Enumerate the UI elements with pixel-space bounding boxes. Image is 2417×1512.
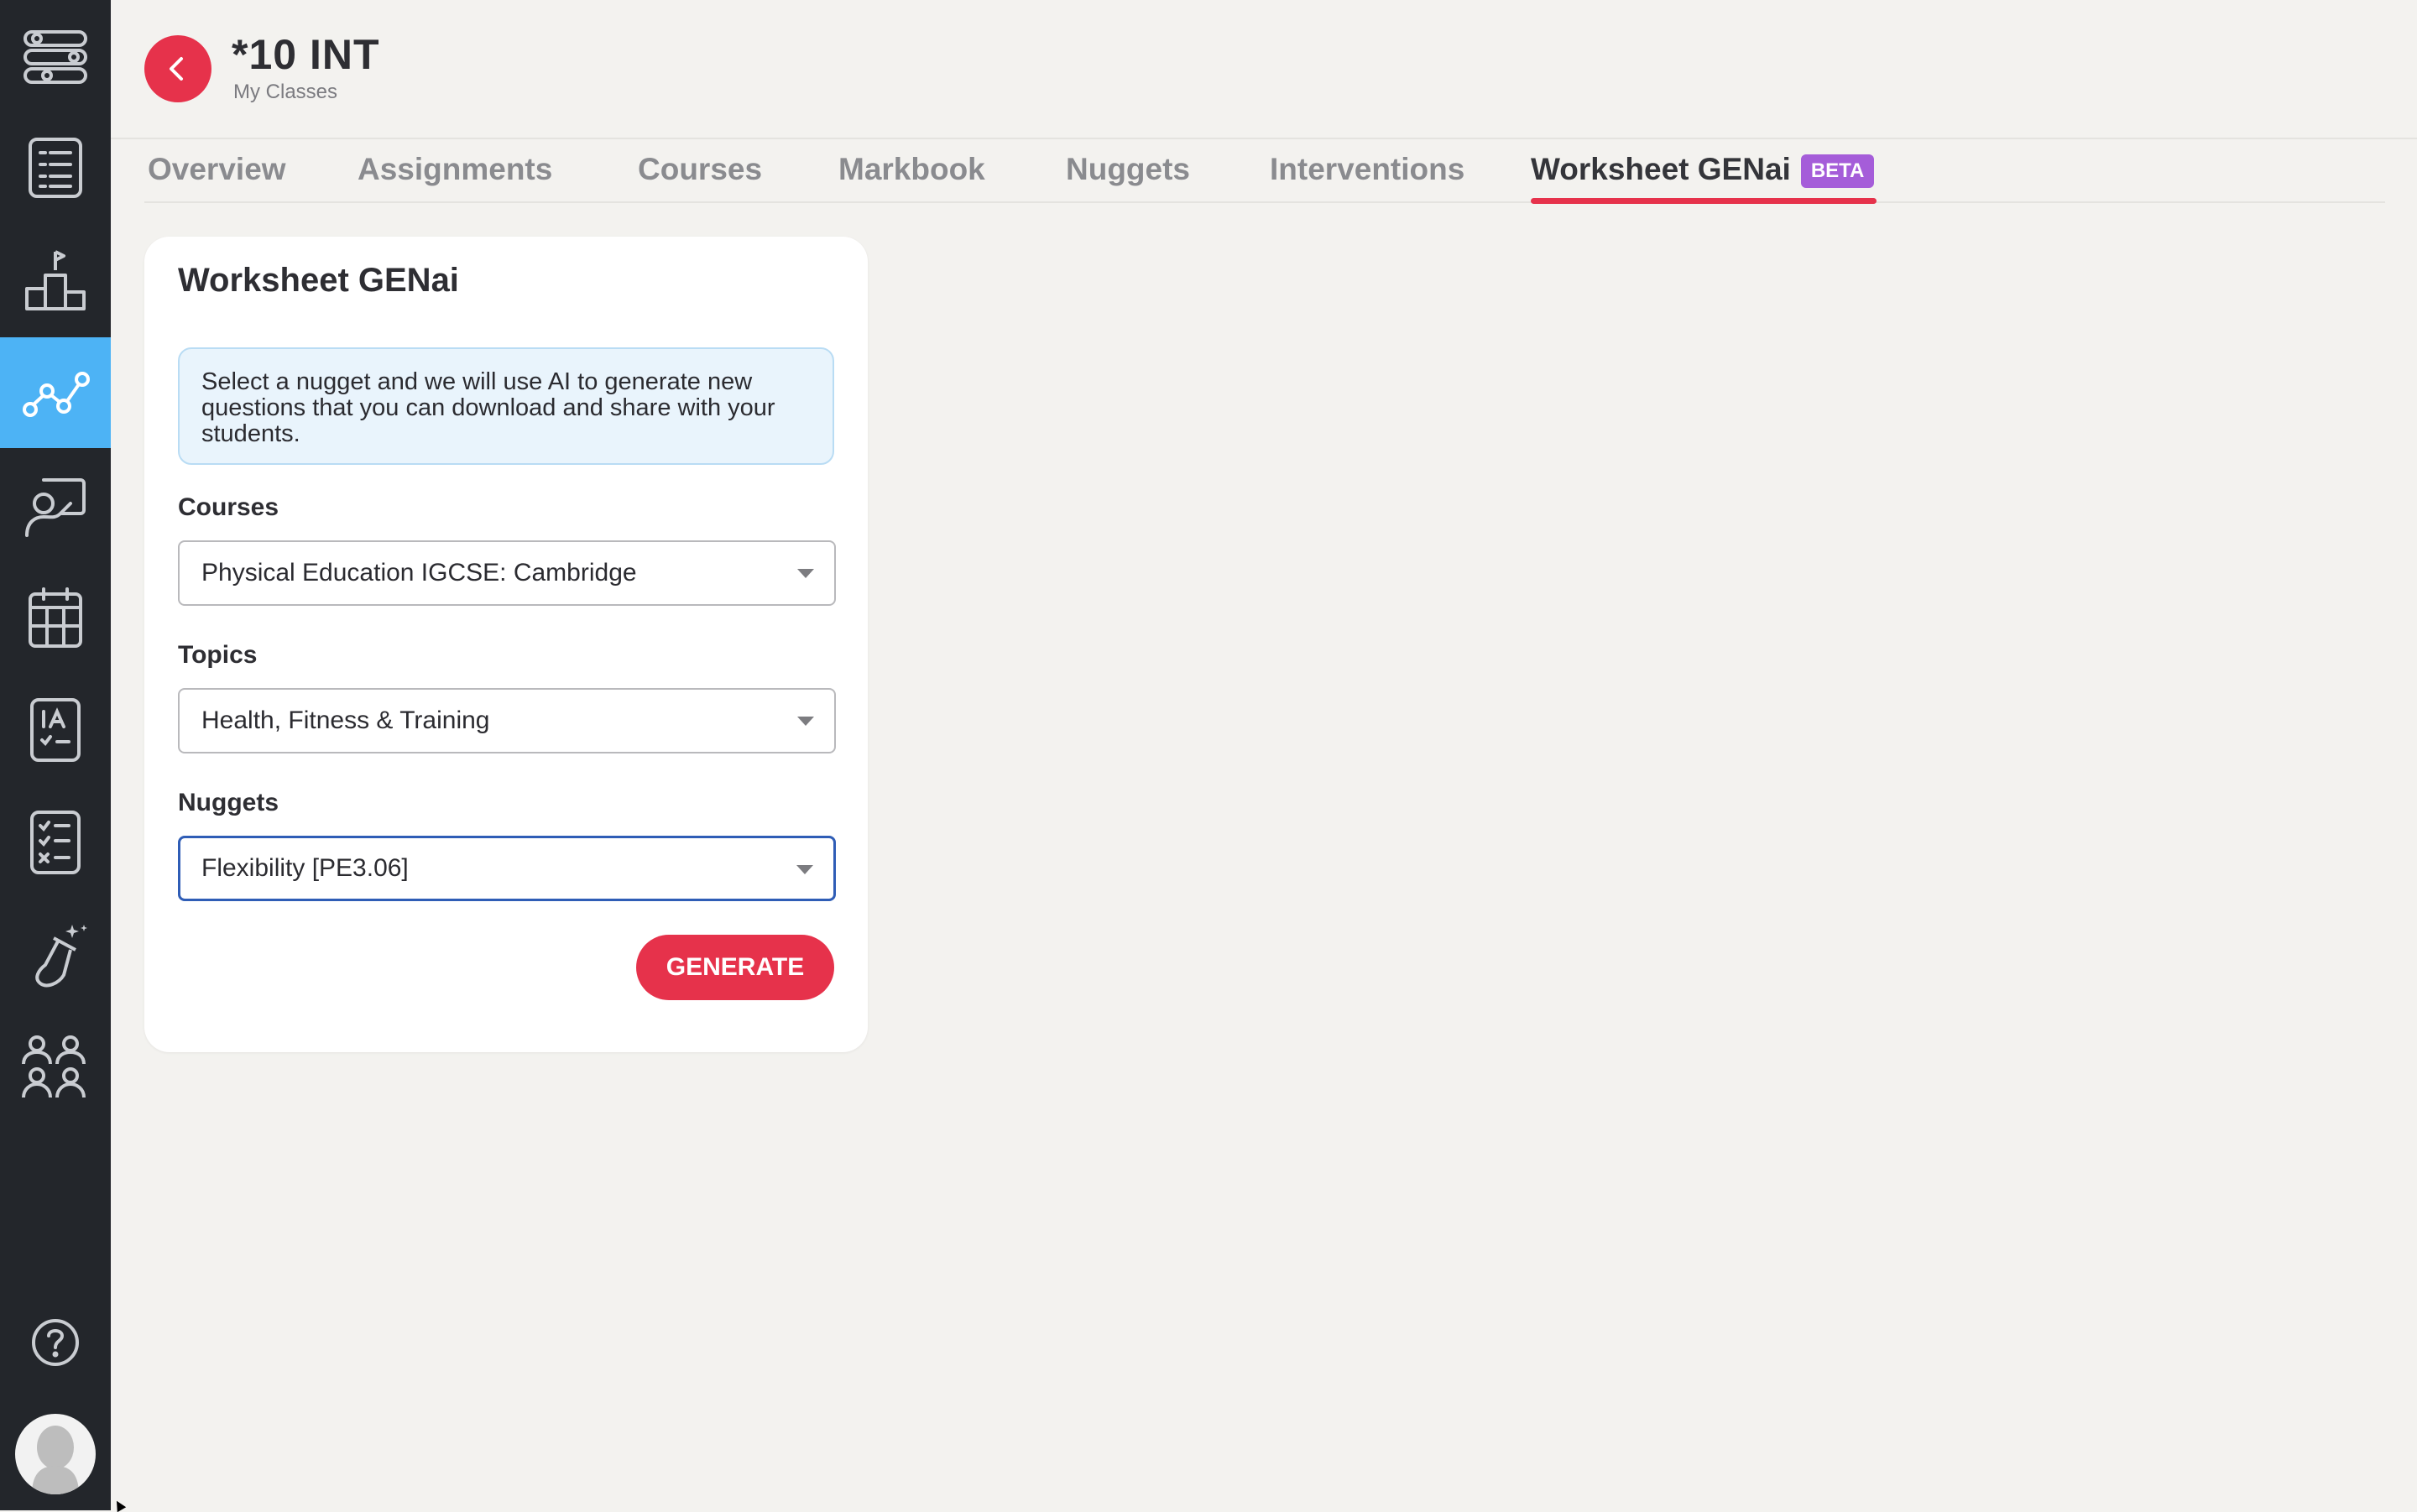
list-icon: [29, 138, 82, 198]
caret-down-icon: [797, 717, 814, 726]
nuggets-label: Nuggets: [178, 789, 279, 816]
beta-badge: BETA: [1800, 154, 1875, 189]
topics-label: Topics: [178, 641, 258, 669]
sidebar-item-help[interactable]: [0, 1287, 111, 1398]
ia-icon: [30, 698, 81, 762]
caret-down-icon: [796, 865, 813, 874]
generate-button[interactable]: GENERATE: [636, 935, 834, 1000]
courses-select[interactable]: Physical Education IGCSE: Cambridge: [178, 540, 836, 606]
tab-assignments[interactable]: Assignments: [358, 143, 552, 196]
active-tab-indicator: [1531, 198, 1877, 204]
sidebar-item-podium[interactable]: [0, 225, 111, 336]
sidebar-item-teacher[interactable]: [0, 450, 111, 560]
sidebar-item-workflow[interactable]: [0, 0, 111, 111]
tab-worksheet-genai[interactable]: Worksheet GENai BETA: [1531, 143, 1875, 196]
sidebar: [0, 0, 111, 1510]
nuggets-select[interactable]: Flexibility [PE3.06]: [178, 836, 836, 901]
nuggets-select-value: Flexibility [PE3.06]: [201, 854, 409, 882]
workflow-icon: [23, 30, 87, 84]
topics-select-value: Health, Fitness & Training: [201, 706, 490, 734]
tab-interventions[interactable]: Interventions: [1270, 143, 1464, 196]
group-icon: [22, 1035, 86, 1098]
tab-courses[interactable]: Courses: [638, 143, 762, 196]
analytics-icon: [23, 372, 90, 417]
tab-overview[interactable]: Overview: [148, 143, 286, 196]
courses-select-value: Physical Education IGCSE: Cambridge: [201, 559, 637, 587]
topics-select[interactable]: Health, Fitness & Training: [178, 688, 836, 753]
tab-nuggets[interactable]: Nuggets: [1066, 143, 1190, 196]
sidebar-item-groups[interactable]: [0, 1012, 111, 1123]
back-button[interactable]: [144, 35, 211, 102]
teacher-icon: [25, 478, 86, 537]
calendar-icon: [29, 587, 82, 648]
sidebar-item-calendar[interactable]: [0, 562, 111, 673]
sidebar-item-analytics[interactable]: [0, 337, 111, 448]
podium-icon: [25, 250, 86, 310]
breadcrumb[interactable]: My Classes: [233, 81, 337, 104]
caret-down-icon: [797, 569, 814, 578]
tabs-divider: [144, 201, 2385, 203]
checklist-icon: [30, 811, 81, 874]
courses-label: Courses: [178, 493, 279, 521]
sidebar-item-ia[interactable]: [0, 675, 111, 785]
chevron-left-icon: [170, 57, 183, 81]
info-message: Select a nugget and we will use AI to ge…: [178, 347, 834, 465]
sidebar-item-science[interactable]: [0, 899, 111, 1010]
tab-markbook[interactable]: Markbook: [838, 143, 985, 196]
page-title: *10 INT: [232, 31, 380, 78]
header-divider: [111, 138, 2417, 139]
tab-worksheet-genai-label: Worksheet GENai: [1531, 152, 1791, 186]
help-icon: [32, 1319, 79, 1366]
sidebar-item-checklist[interactable]: [0, 787, 111, 898]
sidebar-item-list[interactable]: [0, 112, 111, 223]
user-avatar-icon: [32, 1426, 79, 1494]
science-flask-icon: [35, 925, 87, 988]
worksheet-genai-card: Worksheet GENai Select a nugget and we w…: [144, 237, 868, 1052]
avatar[interactable]: [15, 1414, 96, 1494]
card-title: Worksheet GENai: [178, 262, 459, 299]
